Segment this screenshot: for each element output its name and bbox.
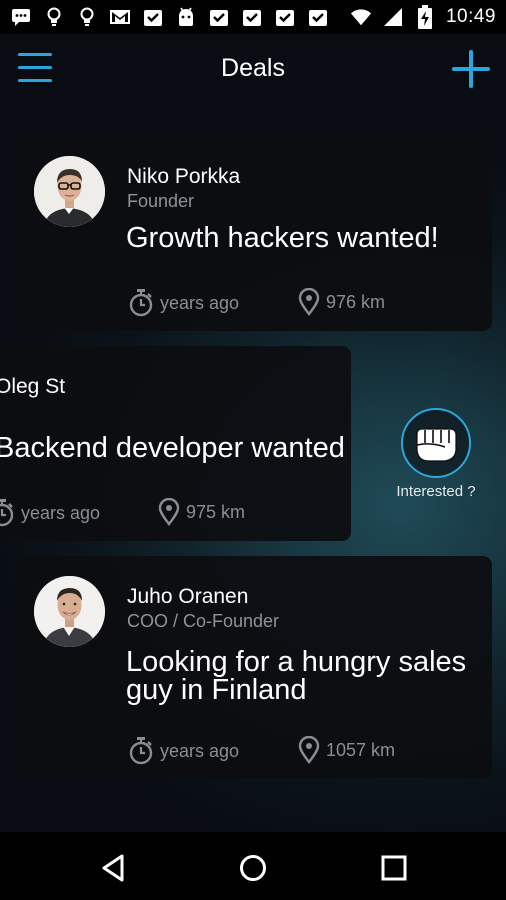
deal-title: Looking for a hungry sales guy in Finlan… [126, 646, 467, 706]
check-inbox-icon [142, 6, 164, 28]
deal-card[interactable]: Niko Porkka Founder Growth hackers wante… [14, 136, 492, 331]
home-icon[interactable] [237, 852, 269, 884]
avatar [34, 156, 105, 227]
location-pin-icon [158, 498, 180, 526]
navigation-bar [0, 832, 506, 900]
fist-icon [401, 408, 471, 478]
deal-distance-label: 975 km [186, 501, 246, 522]
deal-distance: 975 km [158, 498, 245, 526]
avatar [34, 576, 105, 647]
deal-author-name: Oleg St [0, 375, 66, 398]
stopwatch-icon [129, 289, 153, 317]
location-pin-icon [298, 288, 320, 316]
location-pin-icon [298, 736, 320, 764]
deal-time: years ago [128, 288, 239, 318]
deal-card-swiped[interactable]: Oleg St Backend developer wanted years a… [0, 346, 351, 541]
plus-icon[interactable] [451, 50, 491, 90]
deal-title: Growth hackers wanted! [126, 222, 439, 254]
deal-author-role: Founder [127, 191, 195, 211]
check-inbox-icon [274, 6, 296, 28]
deal-author-name: Juho Oranen [127, 585, 249, 608]
battery-charging-icon [414, 5, 436, 29]
stopwatch-icon [0, 499, 14, 527]
deal-time-label: years ago [21, 502, 101, 523]
check-inbox-icon [307, 6, 329, 28]
bulb-icon [76, 6, 98, 28]
deal-title: Backend developer wanted [0, 432, 345, 464]
notification-icons [10, 6, 329, 28]
deal-distance: 976 km [298, 288, 385, 316]
check-inbox-icon [241, 6, 263, 28]
deal-time-label: years ago [160, 740, 240, 761]
page-title: Deals [221, 54, 285, 82]
mail-icon [109, 6, 131, 28]
deal-time: years ago [0, 498, 100, 528]
system-icons: 10:49 [350, 5, 496, 29]
deals-screen: Deals Niko Porkka Founder Growth hackers… [0, 34, 506, 832]
stopwatch-icon [129, 737, 153, 765]
deal-distance-label: 976 km [326, 291, 386, 312]
bulb-icon [43, 6, 65, 28]
interested-button[interactable]: Interested ? [386, 408, 486, 500]
deal-distance: 1057 km [298, 736, 395, 764]
deal-author-name: Niko Porkka [127, 165, 241, 188]
interested-label: Interested ? [396, 483, 476, 500]
chat-bubble-icon [10, 6, 32, 28]
deal-time-label: years ago [160, 292, 240, 313]
deal-distance-label: 1057 km [326, 739, 396, 760]
cell-signal-icon [382, 6, 404, 28]
deal-card[interactable]: Juho Oranen COO / Co-Founder Looking for… [14, 556, 492, 778]
android-icon [175, 6, 197, 28]
check-inbox-icon [208, 6, 230, 28]
back-icon[interactable] [98, 852, 130, 884]
wifi-icon [350, 6, 372, 28]
app-header: Deals [0, 34, 506, 104]
status-time: 10:49 [445, 6, 496, 27]
status-bar: 10:49 [0, 0, 506, 34]
deal-time: years ago [128, 736, 239, 766]
deal-author-role: COO / Co-Founder [127, 611, 280, 631]
recents-icon[interactable] [378, 852, 410, 884]
